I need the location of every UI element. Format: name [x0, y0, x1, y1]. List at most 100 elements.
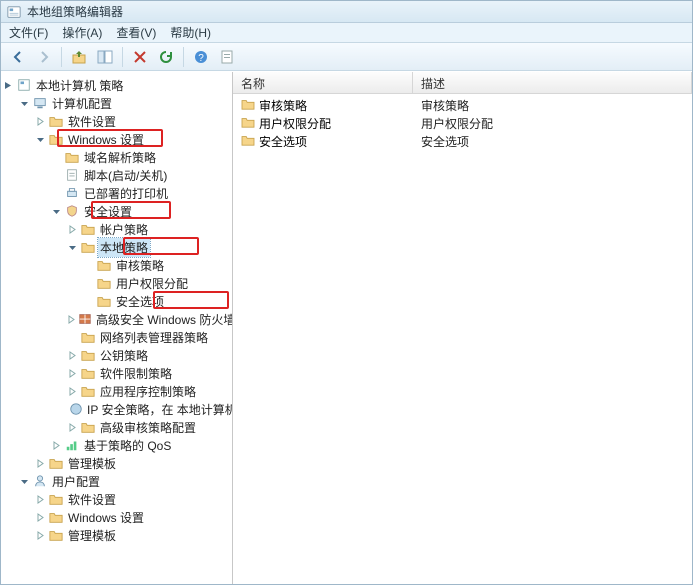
folder-icon — [96, 258, 112, 272]
collapse-icon[interactable] — [51, 206, 62, 217]
back-button[interactable] — [7, 46, 29, 68]
tree-security-settings[interactable]: 安全设置 帐户策略 — [51, 202, 230, 436]
item-name: 安全选项 — [259, 133, 307, 150]
expand-icon[interactable] — [35, 494, 46, 505]
app-icon — [7, 5, 21, 19]
printer-icon — [64, 186, 80, 200]
tree-scripts[interactable]: 脚本(启动/关机) — [51, 166, 230, 184]
expand-icon[interactable] — [67, 350, 78, 361]
tree-user-config[interactable]: 用户配置 软件设置 Windows 设置 — [19, 472, 230, 544]
tree-account-policy[interactable]: 帐户策略 — [67, 220, 230, 238]
folder-icon — [241, 134, 255, 149]
titlebar: 本地组策略编辑器 — [1, 1, 692, 23]
help-button[interactable]: ? — [190, 46, 212, 68]
tree-user-admtpl[interactable]: 管理模板 — [35, 526, 230, 544]
tree-netlist[interactable]: 网络列表管理器策略 — [67, 328, 230, 346]
menu-help[interactable]: 帮助(H) — [170, 24, 211, 41]
column-desc[interactable]: 描述 — [413, 72, 692, 93]
tree-pane[interactable]: 本地计算机 策略 计算机配置 — [1, 72, 233, 584]
folder-icon — [80, 420, 96, 434]
tree-firewall[interactable]: 高级安全 Windows 防火墙 — [67, 310, 230, 328]
tree-qos[interactable]: 基于策略的 QoS — [51, 436, 230, 454]
list-item[interactable]: 安全选项 安全选项 — [233, 132, 692, 150]
list-item[interactable]: 审核策略 审核策略 — [233, 96, 692, 114]
tree-dns-policy[interactable]: 域名解析策略 — [51, 148, 230, 166]
tree-admin-templates[interactable]: 管理模板 — [35, 454, 230, 472]
item-name: 审核策略 — [259, 97, 307, 114]
toolbar-separator — [183, 47, 184, 67]
policy-icon — [16, 78, 32, 92]
up-level-button[interactable] — [68, 46, 90, 68]
collapse-icon[interactable] — [35, 134, 46, 145]
user-icon — [32, 474, 48, 488]
tree-user-rights[interactable]: 用户权限分配 — [83, 274, 230, 292]
tree-pubkey[interactable]: 公钥策略 — [67, 346, 230, 364]
tree-printers[interactable]: 已部署的打印机 — [51, 184, 230, 202]
window-title: 本地组策略编辑器 — [27, 3, 123, 20]
forward-button[interactable] — [33, 46, 55, 68]
refresh-button[interactable] — [155, 46, 177, 68]
tree-softrestrict[interactable]: 软件限制策略 — [67, 364, 230, 382]
tree-computer-config[interactable]: 计算机配置 软件设置 — [19, 94, 230, 472]
list-pane: 名称 描述 审核策略审核策略用户权限分配用户权限分配安全选项安全选项 — [233, 72, 692, 584]
tree-software-settings[interactable]: 软件设置 — [35, 112, 230, 130]
toolbar: ? — [1, 43, 692, 71]
folder-icon — [48, 132, 64, 146]
expand-icon[interactable] — [3, 80, 14, 91]
folder-icon — [48, 528, 64, 542]
collapse-icon[interactable] — [19, 98, 30, 109]
menu-action[interactable]: 操作(A) — [62, 24, 102, 41]
folder-icon — [64, 150, 80, 164]
expand-icon[interactable] — [35, 458, 46, 469]
collapse-icon[interactable] — [67, 242, 78, 253]
properties-button[interactable] — [216, 46, 238, 68]
expand-icon[interactable] — [67, 368, 78, 379]
item-desc: 用户权限分配 — [413, 115, 692, 132]
list-header: 名称 描述 — [233, 72, 692, 94]
folder-icon — [48, 456, 64, 470]
menu-file[interactable]: 文件(F) — [9, 24, 48, 41]
expand-icon[interactable] — [67, 422, 78, 433]
expand-icon[interactable] — [67, 386, 78, 397]
tree-audit-policy[interactable]: 审核策略 — [83, 256, 230, 274]
item-desc: 安全选项 — [413, 133, 692, 150]
tree-root[interactable]: 本地计算机 策略 计算机配置 — [3, 76, 230, 544]
tree-security-options[interactable]: 安全选项 — [83, 292, 230, 310]
list-body[interactable]: 审核策略审核策略用户权限分配用户权限分配安全选项安全选项 — [233, 94, 692, 584]
tree-local-policy[interactable]: 本地策略 审核策略 — [67, 238, 230, 310]
expand-icon[interactable] — [67, 224, 78, 235]
item-desc: 审核策略 — [413, 97, 692, 114]
folder-icon — [48, 492, 64, 506]
tree-windows-settings[interactable]: Windows 设置 域名解析策略 — [35, 130, 230, 454]
delete-button[interactable] — [129, 46, 151, 68]
gpedit-window: 本地组策略编辑器 文件(F) 操作(A) 查看(V) 帮助(H) ? 本地计算机… — [0, 0, 693, 585]
item-name: 用户权限分配 — [259, 115, 331, 132]
list-item[interactable]: 用户权限分配 用户权限分配 — [233, 114, 692, 132]
script-icon — [64, 168, 80, 182]
expand-icon[interactable] — [35, 530, 46, 541]
toolbar-separator — [61, 47, 62, 67]
tree-advaudit[interactable]: 高级审核策略配置 — [67, 418, 230, 436]
expand-icon[interactable] — [51, 440, 62, 451]
tree-ipsec[interactable]: IP 安全策略，在 本地计算机 — [67, 400, 230, 418]
tree-user-software[interactable]: 软件设置 — [35, 490, 230, 508]
show-hide-tree-button[interactable] — [94, 46, 116, 68]
client-area: 本地计算机 策略 计算机配置 — [1, 71, 692, 584]
folder-icon — [80, 384, 96, 398]
folder-icon — [241, 116, 255, 131]
menu-view[interactable]: 查看(V) — [116, 24, 156, 41]
computer-icon — [32, 96, 48, 110]
folder-icon — [241, 98, 255, 113]
menubar: 文件(F) 操作(A) 查看(V) 帮助(H) — [1, 23, 692, 43]
folder-icon — [48, 510, 64, 524]
expand-icon[interactable] — [35, 512, 46, 523]
collapse-icon[interactable] — [19, 476, 30, 487]
expand-icon[interactable] — [35, 116, 46, 127]
column-name[interactable]: 名称 — [233, 72, 413, 93]
folder-icon — [80, 330, 96, 344]
firewall-icon — [78, 312, 92, 326]
tree-user-windows[interactable]: Windows 设置 — [35, 508, 230, 526]
expand-icon[interactable] — [67, 314, 76, 325]
svg-text:?: ? — [198, 53, 204, 64]
tree-appctrl[interactable]: 应用程序控制策略 — [67, 382, 230, 400]
